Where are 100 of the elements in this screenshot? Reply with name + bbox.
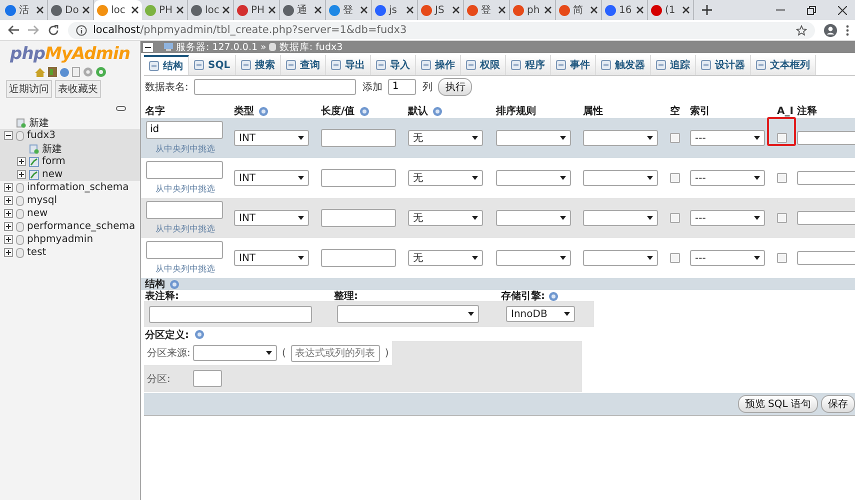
default-select[interactable]: 无 [408,130,483,146]
close-icon[interactable] [82,6,90,14]
default-select[interactable]: 无 [408,210,483,226]
close-icon[interactable] [314,6,322,14]
close-icon[interactable] [360,6,368,14]
column-name-field[interactable] [146,200,223,218]
tree-item[interactable]: new [42,169,63,180]
menu-tab[interactable]: 查询 [281,55,326,75]
column-name-field[interactable] [146,240,223,258]
close-icon[interactable] [452,6,460,14]
collation-select[interactable] [337,305,479,323]
type-select[interactable]: INT [234,210,309,226]
breadcrumb-link[interactable]: 服务器: 127.0.0.1 [176,41,258,54]
auto-increment-checkbox[interactable] [777,173,787,183]
comment-field[interactable] [797,171,855,185]
star-icon[interactable] [796,24,807,36]
menu-tab[interactable]: 权限 [461,55,506,75]
menu-tab[interactable]: 文本框列 [751,55,816,75]
close-icon[interactable] [544,6,552,14]
expander-icon[interactable] [4,235,13,244]
auto-increment-checkbox[interactable] [777,253,787,263]
menu-tab[interactable]: 事件 [551,55,596,75]
auto-increment-checkbox[interactable] [777,213,787,223]
collation-select[interactable] [496,250,571,266]
help-icon[interactable] [259,106,268,116]
default-select[interactable]: 无 [408,250,483,266]
comment-field[interactable] [797,131,855,145]
tree-item[interactable]: mysql [27,195,57,206]
tree-item[interactable]: information_schema [27,182,129,193]
menu-tab[interactable]: 搜索 [236,55,282,75]
partition-source-select[interactable] [193,345,277,361]
table-comment-field[interactable] [149,306,312,322]
tree-item[interactable]: 新建 [42,142,62,156]
tree-item[interactable]: new [27,208,48,219]
help-icon[interactable] [360,106,369,116]
gear-icon[interactable] [82,67,92,77]
tree-item[interactable]: form [42,156,66,167]
pick-link[interactable]: 从中央列中挑选 [154,182,214,194]
pick-link[interactable]: 从中央列中挑选 [154,222,214,234]
menu-tab[interactable]: 导入 [371,55,416,75]
close-icon[interactable] [222,6,230,14]
expander-icon[interactable] [17,157,26,166]
expander-icon[interactable] [17,170,26,179]
close-icon[interactable] [176,6,184,14]
expander-icon[interactable] [4,209,13,218]
column-name-field[interactable]: id [146,120,223,138]
collation-select[interactable] [496,210,571,226]
reload-icon[interactable] [48,24,59,36]
null-checkbox[interactable] [670,253,680,263]
attribute-select[interactable] [583,250,658,266]
close-icon[interactable] [590,6,598,14]
tree-item[interactable]: performance_schema [27,221,136,232]
help-icon[interactable] [170,280,179,288]
column-count-field[interactable]: 1 [388,78,416,94]
collation-select[interactable] [496,130,571,146]
engine-select[interactable]: InnoDB [506,306,575,322]
index-select[interactable]: --- [690,210,765,226]
expression-field[interactable]: 表达式或列的列表 [290,344,380,362]
sidebar-button[interactable]: 表收藏夹 [55,80,101,98]
attribute-select[interactable] [583,130,658,146]
menu-tab[interactable]: SQL [189,55,236,75]
tree-item[interactable]: phpmyadmin [27,234,94,245]
collation-select[interactable] [496,170,571,186]
attribute-select[interactable] [583,210,658,226]
collapse-icon[interactable] [143,42,153,52]
menu-tab[interactable]: 操作 [416,55,462,75]
tree-item[interactable]: test [27,247,46,258]
action-button[interactable]: 预览 SQL 语句 [738,395,818,413]
home-icon[interactable] [34,68,44,76]
expander-icon[interactable] [4,222,13,231]
minimize-icon[interactable] [776,9,785,11]
menu-icon[interactable] [846,24,849,36]
action-button[interactable]: 保存 [821,395,855,413]
close-icon[interactable] [131,6,139,14]
column-name-field[interactable] [146,160,223,178]
length-field[interactable] [321,209,396,227]
index-select[interactable]: --- [690,250,765,266]
table-name-field[interactable] [194,78,356,94]
null-checkbox[interactable] [670,133,680,143]
close-icon[interactable] [36,6,44,14]
forward-icon[interactable] [28,25,39,35]
index-select[interactable]: --- [690,170,765,186]
close-icon[interactable] [268,6,276,14]
type-select[interactable]: INT [234,250,309,266]
pick-link[interactable]: 从中央列中挑选 [154,262,214,274]
sidebar-button[interactable]: 近期访问 [6,80,52,98]
type-select[interactable]: INT [234,130,309,146]
length-field[interactable] [321,129,396,147]
null-checkbox[interactable] [670,173,680,183]
link-icon[interactable] [116,106,126,111]
close-icon[interactable] [636,6,644,14]
tree-item[interactable]: fudx3 [27,130,56,141]
close-icon[interactable] [682,6,690,14]
menu-tab[interactable]: 程序 [506,55,552,75]
breadcrumb-link[interactable]: 数据库: fudx3 [279,41,343,54]
help-icon[interactable] [549,292,558,300]
restore-icon[interactable] [807,6,816,14]
address-field[interactable]: localhost/phpmyadmin/tbl_create.php?server=1&db=fudx3 [68,22,815,38]
comment-field[interactable] [797,251,855,265]
menu-tab[interactable]: 触发器 [596,55,652,75]
